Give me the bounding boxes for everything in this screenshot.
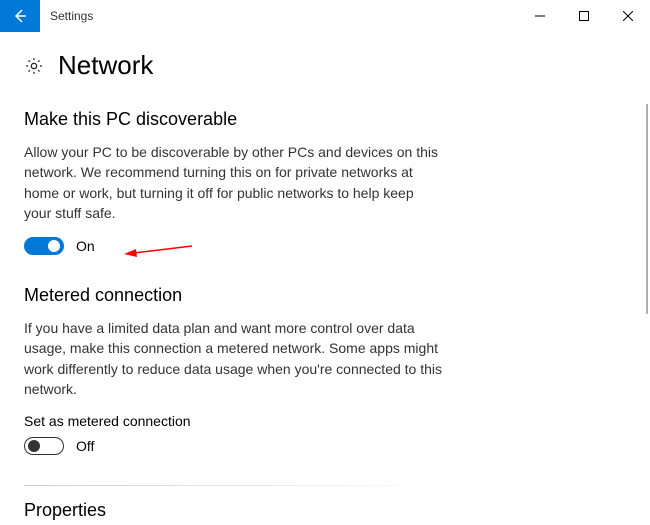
page-header: Network — [24, 50, 614, 81]
discoverable-toggle[interactable] — [24, 237, 64, 255]
metered-label: Set as metered connection — [24, 413, 614, 429]
metered-toggle-label: Off — [76, 438, 94, 454]
metered-toggle[interactable] — [24, 437, 64, 455]
maximize-button[interactable] — [562, 0, 606, 32]
section-divider — [24, 485, 444, 486]
discoverable-title: Make this PC discoverable — [24, 109, 614, 130]
page-title: Network — [58, 50, 153, 81]
scrollbar-thumb[interactable] — [646, 104, 648, 314]
discoverable-toggle-label: On — [76, 238, 95, 254]
properties-title: Properties — [24, 500, 614, 521]
arrow-left-icon — [12, 8, 28, 24]
content-area: Network Make this PC discoverable Allow … — [0, 32, 638, 525]
toggle-knob — [48, 240, 60, 252]
window-title: Settings — [50, 9, 93, 23]
window-controls — [518, 0, 650, 32]
metered-title: Metered connection — [24, 285, 614, 306]
close-button[interactable] — [606, 0, 650, 32]
back-button[interactable] — [0, 0, 40, 32]
discoverable-desc: Allow your PC to be discoverable by othe… — [24, 142, 444, 223]
titlebar: Settings — [0, 0, 650, 32]
annotation-arrow-icon — [124, 243, 194, 257]
toggle-knob — [28, 440, 40, 452]
scrollbar[interactable] — [638, 32, 650, 525]
metered-desc: If you have a limited data plan and want… — [24, 318, 444, 399]
minimize-button[interactable] — [518, 0, 562, 32]
gear-icon — [24, 56, 44, 76]
